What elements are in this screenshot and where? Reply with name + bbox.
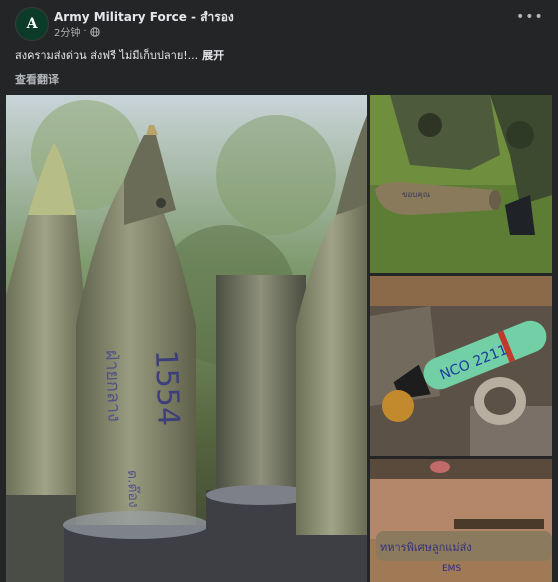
photo-shell-box[interactable]: ทหารพิเศษลูกแม่ส่ง EMS xyxy=(370,459,552,582)
post-time[interactable]: 2分钟 xyxy=(54,24,80,39)
svg-text:ฝ่ายกลาง: ฝ่ายกลาง xyxy=(101,349,125,422)
see-translation-link[interactable]: 查看翻译 xyxy=(15,71,59,87)
photo-mortar-shell[interactable]: NCO 2211 xyxy=(370,276,552,456)
more-options-icon[interactable]: ••• xyxy=(516,10,543,30)
shell-marking-ems: EMS xyxy=(442,564,461,574)
mortar-shell-photo: NCO 2211 xyxy=(370,276,552,456)
svg-text:ต.ต๊อง: ต.ต๊อง xyxy=(124,470,141,508)
caption-text: สงครามส่งด่วน ส่งฟรี ไม่มีเก็บปลาย!... xyxy=(15,49,199,62)
soldier-holding-shell-photo: ขอบคุณ xyxy=(370,95,552,273)
photo-gallery: 1554 ฝ่ายกลาง ต.ต๊อง ขอบคุณ NCO 2211 ทหา… xyxy=(6,95,552,582)
public-globe-icon xyxy=(89,26,100,37)
marking-number: 1554 xyxy=(148,349,186,427)
photo-main[interactable]: 1554 ฝ่ายกลาง ต.ต๊อง xyxy=(6,95,367,582)
separator-dot: · xyxy=(83,26,87,37)
post-caption: สงครามส่งด่วน ส่งฟรี ไม่มีเก็บปลาย!... 展开 xyxy=(15,46,224,64)
avatar-letter: A xyxy=(26,16,38,32)
page-avatar[interactable]: A xyxy=(15,7,49,41)
photo-soldier-shell[interactable]: ขอบคุณ xyxy=(370,95,552,273)
facebook-post: A Army Military Force - สำรอง 2分钟 · ••• … xyxy=(0,0,558,582)
post-meta: 2分钟 · xyxy=(54,24,100,39)
shell-in-box-photo: ทหารพิเศษลูกแม่ส่ง EMS xyxy=(370,459,552,582)
artillery-shells-photo: 1554 ฝ่ายกลาง ต.ต๊อง xyxy=(6,95,367,582)
svg-text:ทหารพิเศษลูกแม่ส่ง: ทหารพิเศษลูกแม่ส่ง xyxy=(380,541,472,554)
expand-link[interactable]: 展开 xyxy=(202,49,224,62)
svg-text:ขอบคุณ: ขอบคุณ xyxy=(402,190,431,199)
